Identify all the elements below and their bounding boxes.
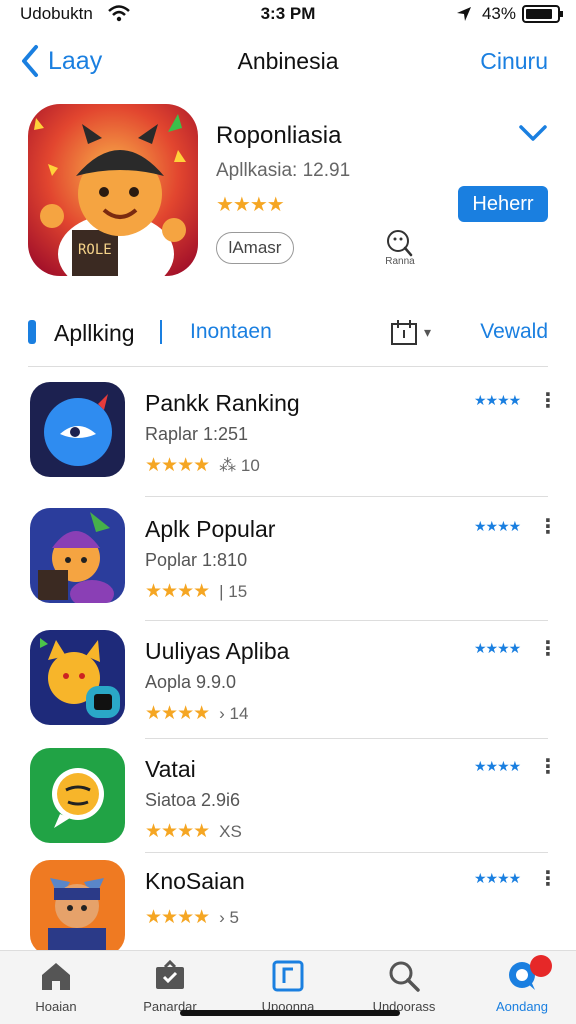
- mini-rating: ★★★★: [474, 640, 521, 656]
- tabbar-item-aondang[interactable]: Aondang: [472, 955, 572, 1014]
- app-subtitle: Raplar 1:251: [145, 424, 249, 444]
- app-name: Pankk Ranking: [145, 390, 300, 416]
- home-indicator: [180, 1010, 400, 1016]
- app-icon: [30, 508, 125, 603]
- box-icon: [156, 959, 184, 989]
- app-icon: [30, 860, 125, 955]
- app-name: KnoSaian: [145, 868, 245, 894]
- app-name: Vatai: [145, 756, 196, 782]
- app-rating: ★★★★ › 5: [145, 907, 239, 928]
- app-subtitle: Siatoa 2.9i6: [145, 790, 241, 810]
- status-bar: Udobuktn 3:3 PM 43%: [0, 0, 576, 28]
- app-rating: ★★★★ XS: [145, 821, 242, 842]
- more-icon[interactable]: ⋮: [538, 754, 558, 779]
- tab-apllking[interactable]: Apllking: [54, 320, 135, 347]
- mini-rating: ★★★★: [474, 758, 521, 774]
- search-icon: [389, 961, 420, 992]
- app-icon: [30, 748, 125, 843]
- app-name: Uuliyas Apliba: [145, 638, 290, 664]
- notification-badge: [530, 955, 552, 977]
- location-icon: [457, 7, 471, 21]
- mini-rating: ★★★★: [474, 392, 521, 408]
- caret-icon: ▾: [424, 324, 432, 340]
- more-icon[interactable]: ⋮: [538, 514, 558, 539]
- divider: [145, 620, 548, 621]
- tabbar-item-home[interactable]: Hoaian: [6, 959, 106, 1014]
- segment-tabs: Apllking Inontaen ▾ Vewald: [0, 312, 576, 352]
- app-rating: ★★★★ › 14: [145, 703, 249, 724]
- mini-rating: ★★★★: [474, 870, 521, 886]
- home-icon: [42, 963, 70, 990]
- app-name: Aplk Popular: [145, 516, 276, 542]
- more-icon[interactable]: ⋮: [538, 636, 558, 661]
- search-icon[interactable]: [384, 228, 414, 258]
- featured-pill-button[interactable]: lAmasr: [216, 232, 294, 264]
- featured-app-icon[interactable]: ROLE: [28, 104, 198, 276]
- nav-bar: Laay Anbinesia Cinuru: [0, 40, 576, 84]
- app-icon: [272, 960, 304, 992]
- mini-rating: ★★★★: [474, 518, 521, 534]
- app-subtitle: Aopla 9.9.0: [145, 672, 237, 692]
- featured-app-name: Roponliasia: [216, 122, 342, 149]
- tabbar-item-undoorass[interactable]: Undoorass: [354, 959, 454, 1014]
- divider: [145, 738, 548, 739]
- divider: [28, 366, 548, 367]
- get-button[interactable]: Heherr: [458, 186, 548, 222]
- featured-app-rating: ★★★★: [216, 194, 285, 216]
- app-subtitle: Poplar 1:810: [145, 550, 248, 570]
- chevron-down-icon[interactable]: [518, 122, 548, 144]
- tabbar-item-panardar[interactable]: Panardar: [120, 959, 220, 1014]
- battery-percent: 43%: [481, 4, 516, 23]
- more-icon[interactable]: ⋮: [538, 388, 558, 413]
- divider: [145, 496, 548, 497]
- active-tab-indicator: [28, 320, 36, 344]
- nav-right-button[interactable]: Cinuru: [480, 48, 548, 75]
- app-rating: ★★★★ ⁂ 10: [145, 455, 260, 476]
- app-rating: ★★★★ | 15: [145, 581, 248, 602]
- divider: [145, 852, 548, 853]
- tabbar-item-upoonna[interactable]: Upoonna: [238, 959, 338, 1014]
- app-icon: [30, 382, 125, 477]
- more-icon[interactable]: ⋮: [538, 866, 558, 891]
- app-icon: [30, 630, 125, 725]
- battery-icon: [522, 5, 563, 23]
- svg-text:ROLE: ROLE: [78, 242, 112, 258]
- tab-divider: [160, 320, 162, 344]
- tab-vewald[interactable]: Vewald: [480, 320, 548, 344]
- featured-app-subtitle: Apllkasia: 12.91: [216, 160, 351, 181]
- calendar-icon[interactable]: [390, 318, 418, 346]
- search-caption: Ranna: [385, 256, 415, 267]
- tab-inontaen[interactable]: Inontaen: [190, 320, 272, 344]
